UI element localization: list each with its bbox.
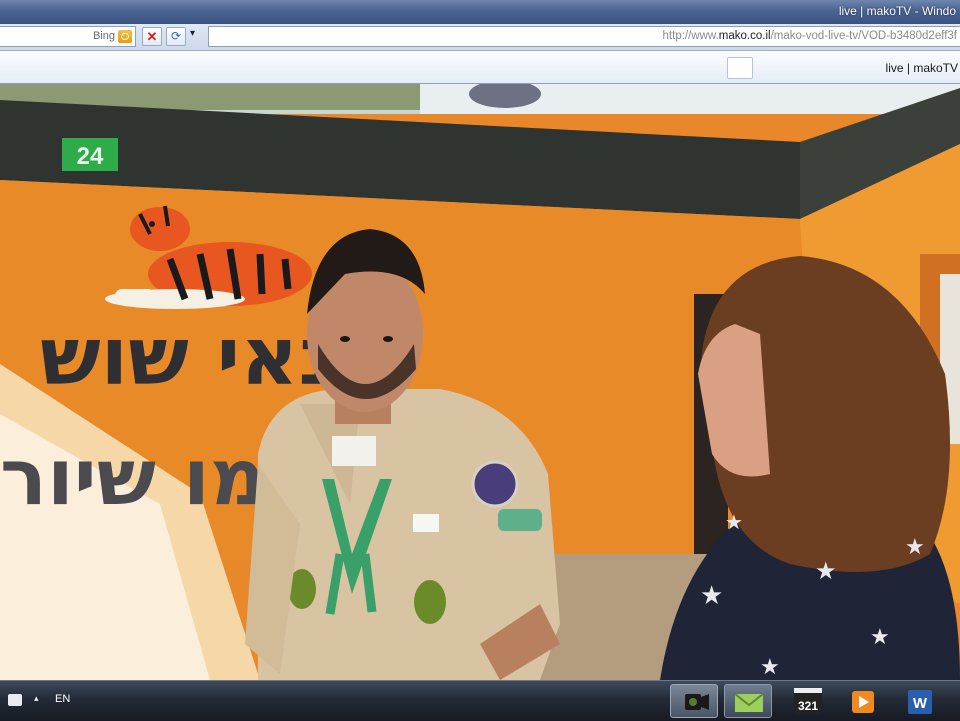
new-tab-button[interactable]: [727, 57, 753, 79]
play-icon: [852, 691, 874, 713]
clapperboard-icon: 321: [794, 688, 822, 714]
show-hidden-icons-icon[interactable]: ▴: [34, 693, 39, 704]
svg-text:★: ★: [905, 535, 925, 560]
address-url: http://www.mako.co.il/mako-vod-live-tv/V…: [662, 30, 957, 42]
channel-logo-text: 24: [77, 143, 104, 170]
window-title: live | makoTV - Windo: [838, 4, 956, 18]
svg-text:★: ★: [725, 510, 743, 534]
window-titlebar: live | makoTV - Windo: [0, 0, 960, 24]
video-frame: 24 נאי שוש חמו שיור ★ ★ ★ ★ ★ ★: [0, 84, 960, 680]
refresh-button[interactable]: ⟳: [166, 27, 186, 46]
svg-text:321: 321: [798, 699, 818, 713]
svg-text:W: W: [913, 695, 928, 712]
browser-toolbar: Bing ✕ ⟳ ▾ http://www.mako.co.il/mako-vo…: [0, 24, 960, 51]
taskbar-media-player-button[interactable]: [838, 684, 886, 718]
wall-text-line1: נאי שוש: [40, 310, 335, 403]
history-dropdown-icon[interactable]: ▾: [190, 28, 195, 39]
tab-live-makotv[interactable]: live | makoTV: [886, 61, 958, 75]
stop-button[interactable]: ✕: [142, 27, 162, 46]
bing-search-icon[interactable]: [118, 30, 132, 43]
language-indicator[interactable]: EN: [55, 693, 70, 705]
search-box[interactable]: Bing: [0, 26, 136, 47]
svg-text:★: ★: [815, 557, 837, 585]
svg-text:★: ★: [760, 655, 780, 680]
tab-row: live | makoTV: [0, 51, 960, 84]
taskbar-mail-button[interactable]: [724, 684, 772, 718]
svg-text:★: ★: [700, 581, 723, 611]
url-domain: mako.co.il: [718, 30, 771, 42]
taskbar-media321-button[interactable]: 321: [784, 684, 832, 718]
search-provider-label: Bing: [92, 30, 115, 42]
keyboard-tray-icon[interactable]: [8, 694, 22, 706]
address-bar[interactable]: http://www.mako.co.il/mako-vod-live-tv/V…: [208, 26, 960, 47]
mail-icon: [734, 693, 764, 712]
svg-text:★: ★: [870, 625, 890, 650]
taskbar: ▴ EN 321 W: [0, 680, 960, 721]
taskbar-camcorder-button[interactable]: [670, 684, 718, 718]
video-player[interactable]: 24 נאי שוש חמו שיור ★ ★ ★ ★ ★ ★: [0, 84, 960, 680]
camcorder-icon: [685, 694, 709, 710]
word-icon: W: [908, 690, 932, 714]
taskbar-word-button[interactable]: W: [896, 684, 944, 718]
